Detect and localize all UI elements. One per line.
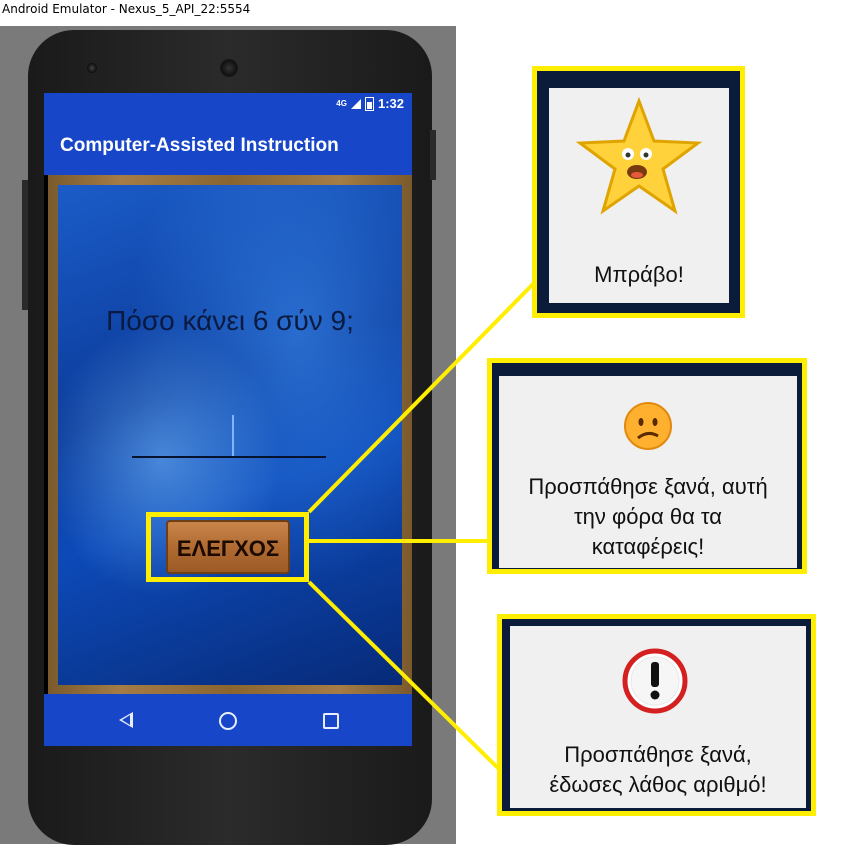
popup-wrong-line-3: καταφέρεις! [591,534,705,559]
popup-invalid-line-1: Προσπάθησε ξανά, [564,742,752,767]
popup-invalid-card: Προσπάθησε ξανά, έδωσες λάθος αριθμό! [510,626,806,808]
exclamation-icon [622,648,688,714]
sad-face-icon [624,402,672,450]
popup-wrong-card: Προσπάθησε ξανά, αυτή την φόρα θα τα κατ… [499,376,797,568]
popup-wrong-line-2: την φόρα θα τα [573,504,723,529]
popup-correct: Μπράβο! [532,66,745,318]
popup-invalid: Προσπάθησε ξανά, έδωσες λάθος αριθμό! [497,614,816,816]
smiling-star-icon [575,96,703,215]
popup-correct-message: Μπράβο! [594,262,684,287]
connector-invalid [307,580,502,772]
popup-wrong-line-1: Προσπάθησε ξανά, αυτή [528,474,768,499]
popup-invalid-line-2: έδωσες λάθος αριθμό! [549,772,767,797]
popup-correct-card: Μπράβο! [549,88,729,303]
popup-wrong: Προσπάθησε ξανά, αυτή την φόρα θα τα κατ… [487,358,807,574]
